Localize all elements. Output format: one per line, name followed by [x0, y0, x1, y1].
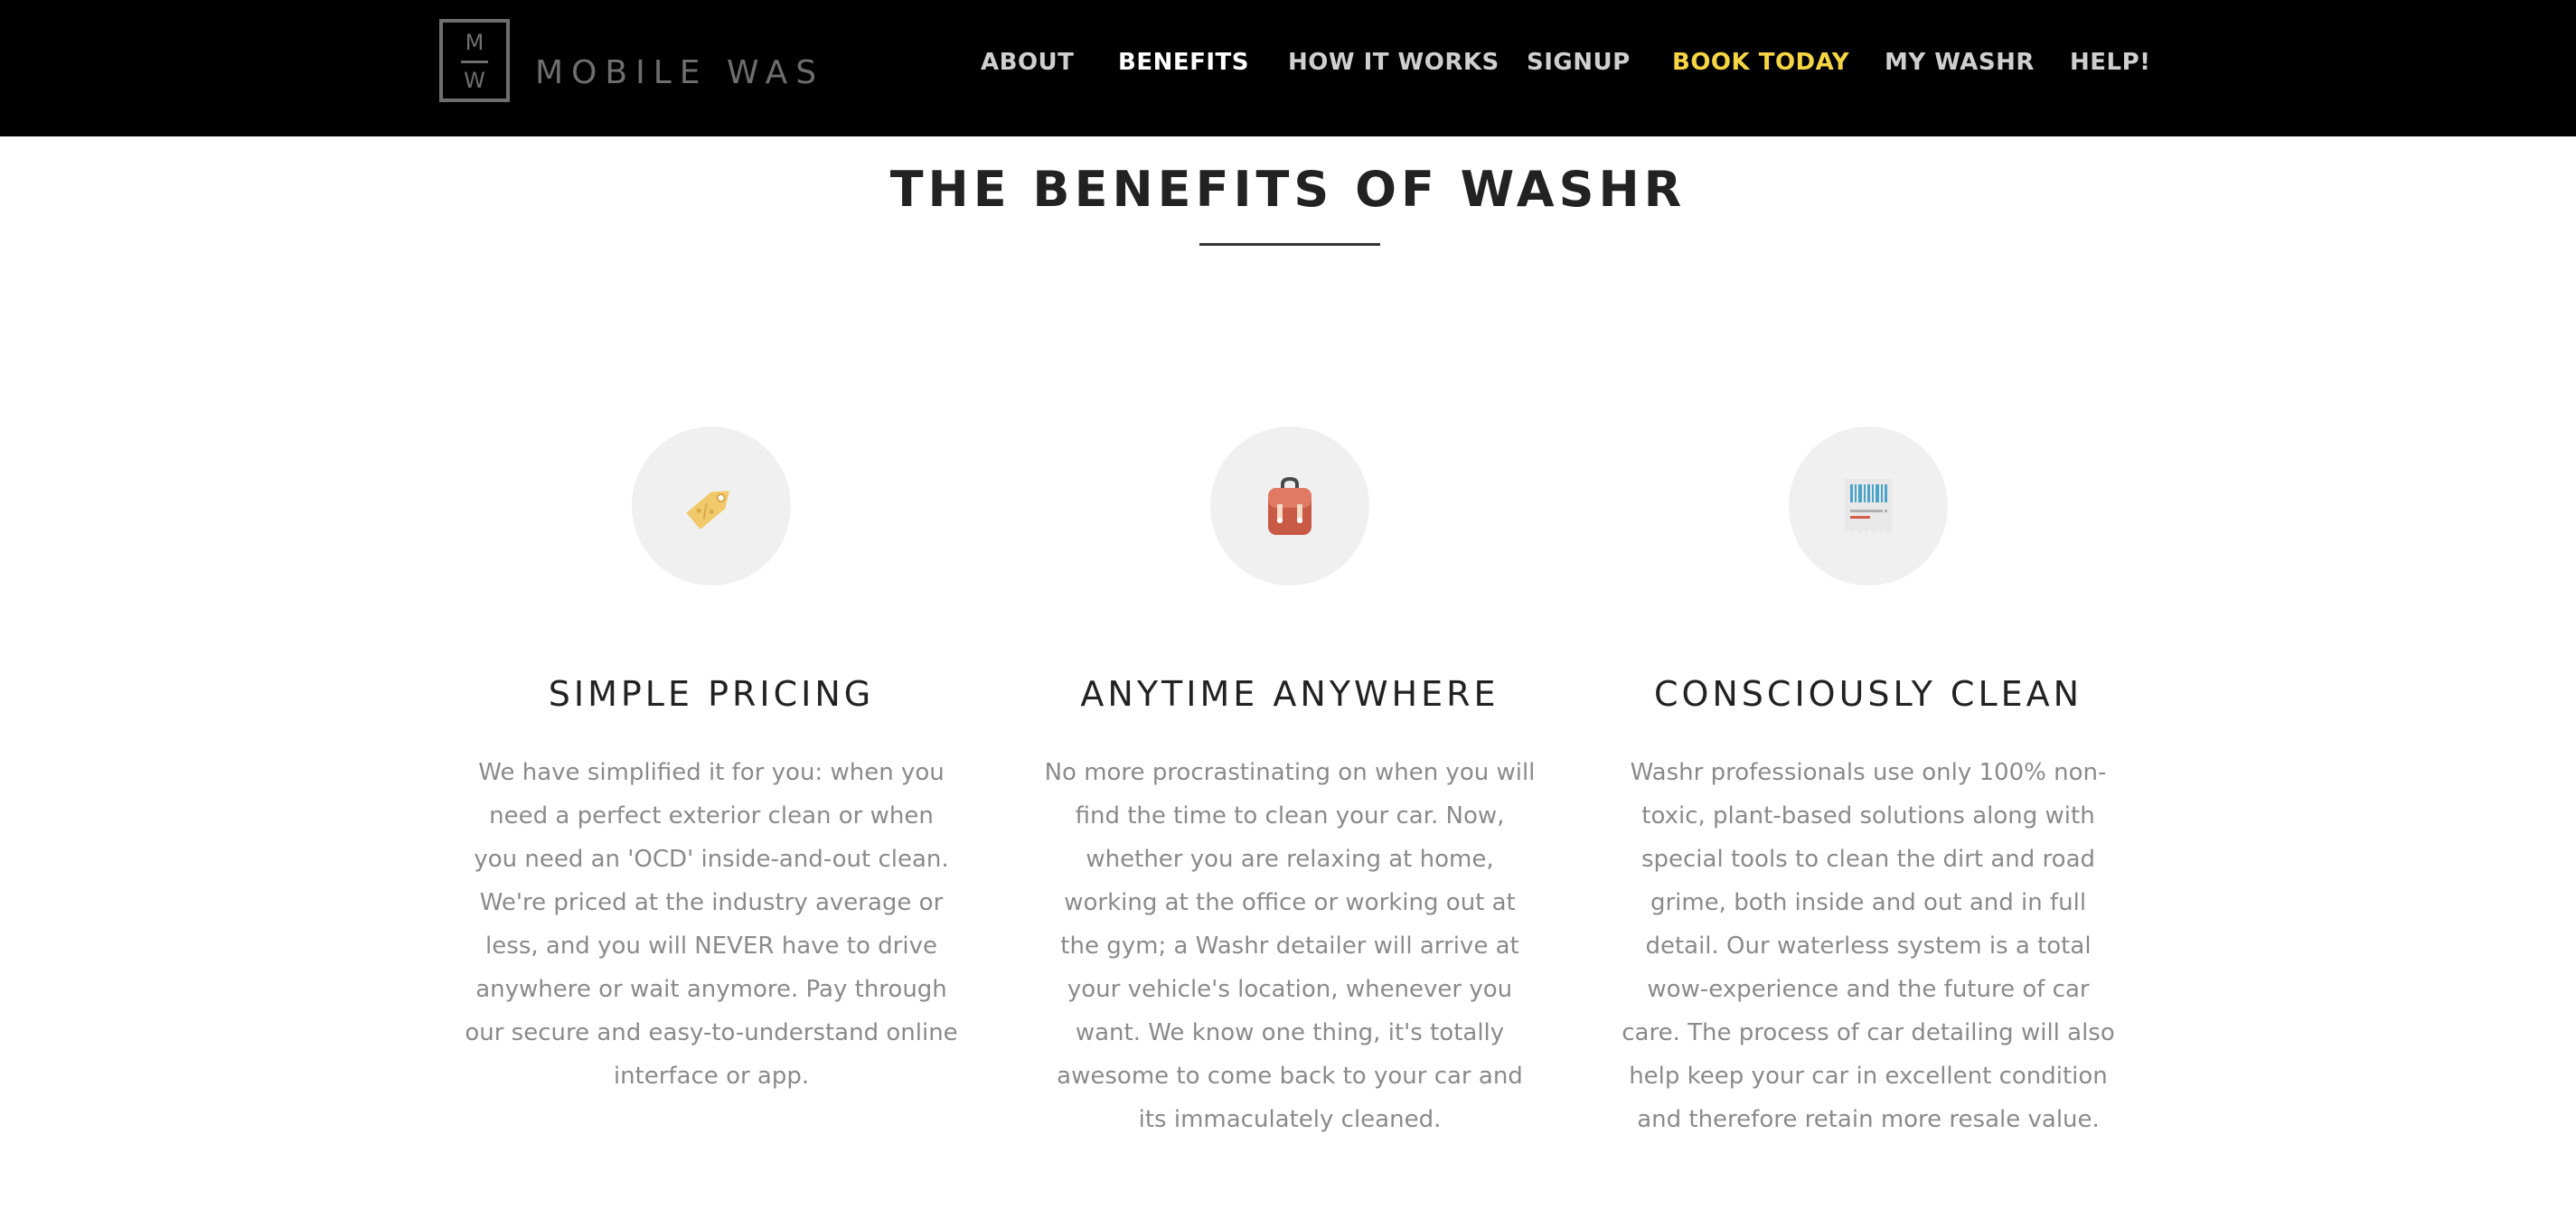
nav-how-it-works[interactable]: HOW IT WORKS: [1288, 46, 1500, 79]
backpack-icon: [1268, 477, 1312, 535]
section-title: THE BENEFITS OF WASHR: [889, 161, 1687, 218]
top-navbar: M W MOBILE WAS ABOUT BENEFITS HOW IT WOR…: [0, 0, 2576, 136]
nav-book-today[interactable]: BOOK TODAY: [1672, 46, 1849, 79]
logo-mark: M W: [439, 19, 510, 102]
logo-letter-m: M: [465, 30, 484, 55]
nav-help[interactable]: HELP!: [2070, 46, 2151, 79]
logo-wordmark: MOBILE WAS: [535, 54, 825, 91]
anytime-icon-badge: [1210, 427, 1369, 586]
nav-my-washr[interactable]: MY WASHR: [1885, 46, 2035, 79]
title-divider: [1199, 243, 1380, 246]
pricing-icon-badge: [632, 427, 791, 586]
benefit-text-clean: Washr professionals use only 100% non-to…: [1622, 759, 2115, 1133]
nav-signup[interactable]: SIGNUP: [1527, 46, 1631, 79]
logo-divider: [461, 61, 488, 63]
logo-letter-w: W: [464, 68, 485, 93]
receipt-barcode-icon: [1845, 479, 1892, 533]
nav-about[interactable]: ABOUT: [981, 46, 1074, 79]
clean-icon-badge: [1789, 427, 1948, 586]
benefit-title-pricing: SIMPLE PRICING: [548, 674, 875, 714]
benefit-title-anytime: ANYTIME ANYWHERE: [1080, 674, 1500, 714]
nav-benefits[interactable]: BENEFITS: [1118, 46, 1249, 79]
price-tag-icon: [686, 491, 729, 530]
benefit-title-clean: CONSCIOUSLY CLEAN: [1653, 674, 2083, 714]
benefit-text-anytime: No more procrastinating on when you will…: [1044, 759, 1536, 1133]
benefit-text-pricing: We have simplified it for you: when you …: [465, 759, 958, 1090]
